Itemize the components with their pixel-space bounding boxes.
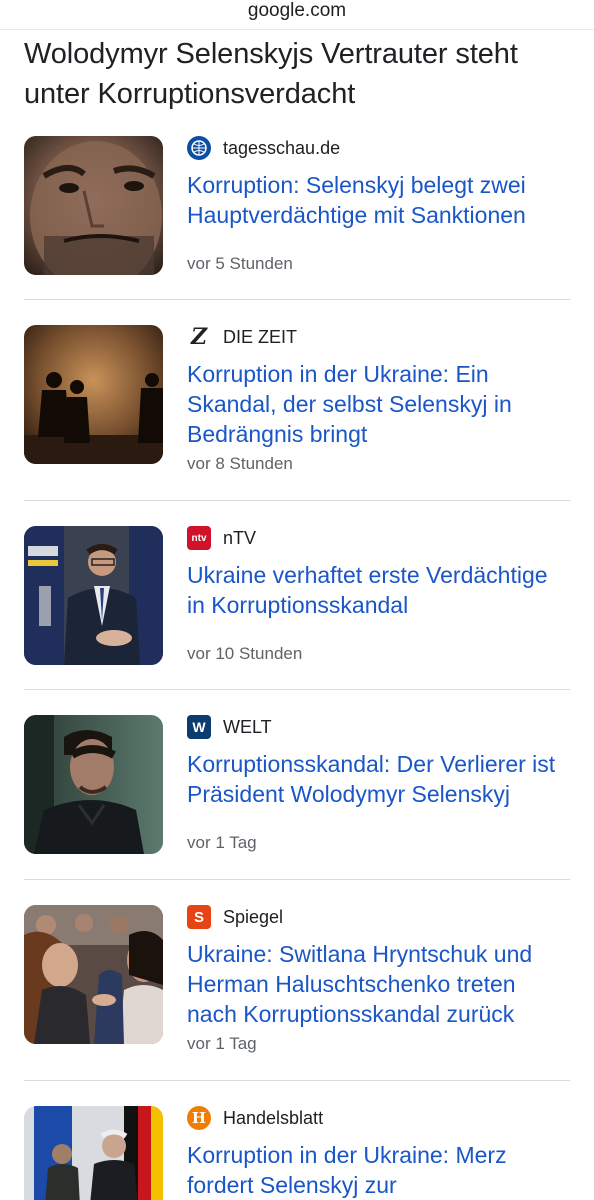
source-name: WELT bbox=[223, 716, 272, 737]
address-bar[interactable]: google.com bbox=[0, 0, 594, 30]
story-headline: Wolodymyr Selenskyjs Vertrauter steht un… bbox=[24, 38, 518, 110]
tagesschau-logo-icon bbox=[187, 136, 211, 160]
article-source: ntv nTV bbox=[187, 526, 256, 550]
article-card[interactable]: W WELT Korruptionsskandal: Der Verlierer… bbox=[24, 715, 570, 855]
divider bbox=[24, 879, 570, 880]
url-text: google.com bbox=[247, 0, 347, 21]
divider bbox=[24, 689, 570, 690]
article-source: W WELT bbox=[187, 715, 272, 739]
article-timestamp: vor 8 Stunden bbox=[187, 454, 293, 473]
spiegel-logo-icon: S bbox=[187, 905, 211, 929]
source-name: tagesschau.de bbox=[223, 137, 341, 158]
page: google.com Wolodymyr Selenskyjs Vertraut… bbox=[0, 0, 594, 1200]
thumbnail-image bbox=[24, 1106, 163, 1200]
welt-logo-icon: W bbox=[187, 715, 211, 739]
zeit-logo-icon: Z bbox=[190, 324, 208, 350]
ntv-logo-icon: ntv bbox=[187, 526, 211, 550]
thumbnail-image bbox=[24, 136, 163, 275]
article-title-link[interactable]: Ukraine: Switlana Hryntschuk und Herman … bbox=[187, 939, 570, 1029]
handelsblatt-logo-icon: H bbox=[187, 1106, 211, 1130]
article-thumbnail[interactable] bbox=[24, 136, 163, 275]
source-name: DIE ZEIT bbox=[223, 326, 298, 347]
article-timestamp: vor 5 Stunden bbox=[187, 254, 293, 273]
source-name: Spiegel bbox=[223, 906, 284, 927]
article-timestamp: vor 10 Stunden bbox=[187, 644, 303, 663]
article-card[interactable]: ntv nTV Ukraine verhaftet erste Verdächt… bbox=[24, 526, 570, 666]
article-card[interactable]: tagesschau.de Korruption: Selenskyj bele… bbox=[24, 136, 570, 276]
article-title-link[interactable]: Korruption in der Ukraine: Merz fordert … bbox=[187, 1140, 570, 1200]
article-title-link[interactable]: Korruption: Selenskyj belegt zwei Hauptv… bbox=[187, 170, 570, 230]
divider bbox=[24, 299, 570, 300]
divider bbox=[24, 1080, 570, 1081]
divider bbox=[24, 500, 570, 501]
article-thumbnail[interactable] bbox=[24, 526, 163, 665]
article-thumbnail[interactable] bbox=[24, 905, 163, 1044]
article-title-link[interactable]: Ukraine verhaftet erste Verdächtige in K… bbox=[187, 560, 570, 620]
source-name: nTV bbox=[223, 527, 257, 548]
thumbnail-image bbox=[24, 905, 163, 1044]
thumbnail-image bbox=[24, 526, 163, 665]
article-card[interactable]: S Spiegel Ukraine: Switlana Hryntschuk u… bbox=[24, 905, 570, 1053]
article-timestamp: vor 1 Tag bbox=[187, 1034, 257, 1053]
article-thumbnail[interactable] bbox=[24, 1106, 163, 1200]
article-source: tagesschau.de bbox=[187, 136, 340, 160]
thumbnail-image bbox=[24, 715, 163, 854]
article-timestamp: vor 1 Tag bbox=[187, 833, 257, 852]
article-thumbnail[interactable] bbox=[24, 715, 163, 854]
article-source: S Spiegel bbox=[187, 905, 283, 929]
source-name: Handelsblatt bbox=[223, 1107, 324, 1128]
article-source: H Handelsblatt bbox=[187, 1106, 323, 1130]
article-card[interactable]: H Handelsblatt Korruption in der Ukraine… bbox=[24, 1106, 570, 1200]
article-title-link[interactable]: Korruption in der Ukraine: Ein Skandal, … bbox=[187, 359, 570, 449]
article-title-link[interactable]: Korruptionsskandal: Der Verlierer ist Pr… bbox=[187, 749, 570, 809]
article-card[interactable]: Z DIE ZEIT Korruption in der Ukraine: Ei… bbox=[24, 324, 570, 473]
thumbnail-image bbox=[24, 325, 163, 464]
article-thumbnail[interactable] bbox=[24, 325, 163, 464]
article-source: Z DIE ZEIT bbox=[187, 324, 298, 350]
